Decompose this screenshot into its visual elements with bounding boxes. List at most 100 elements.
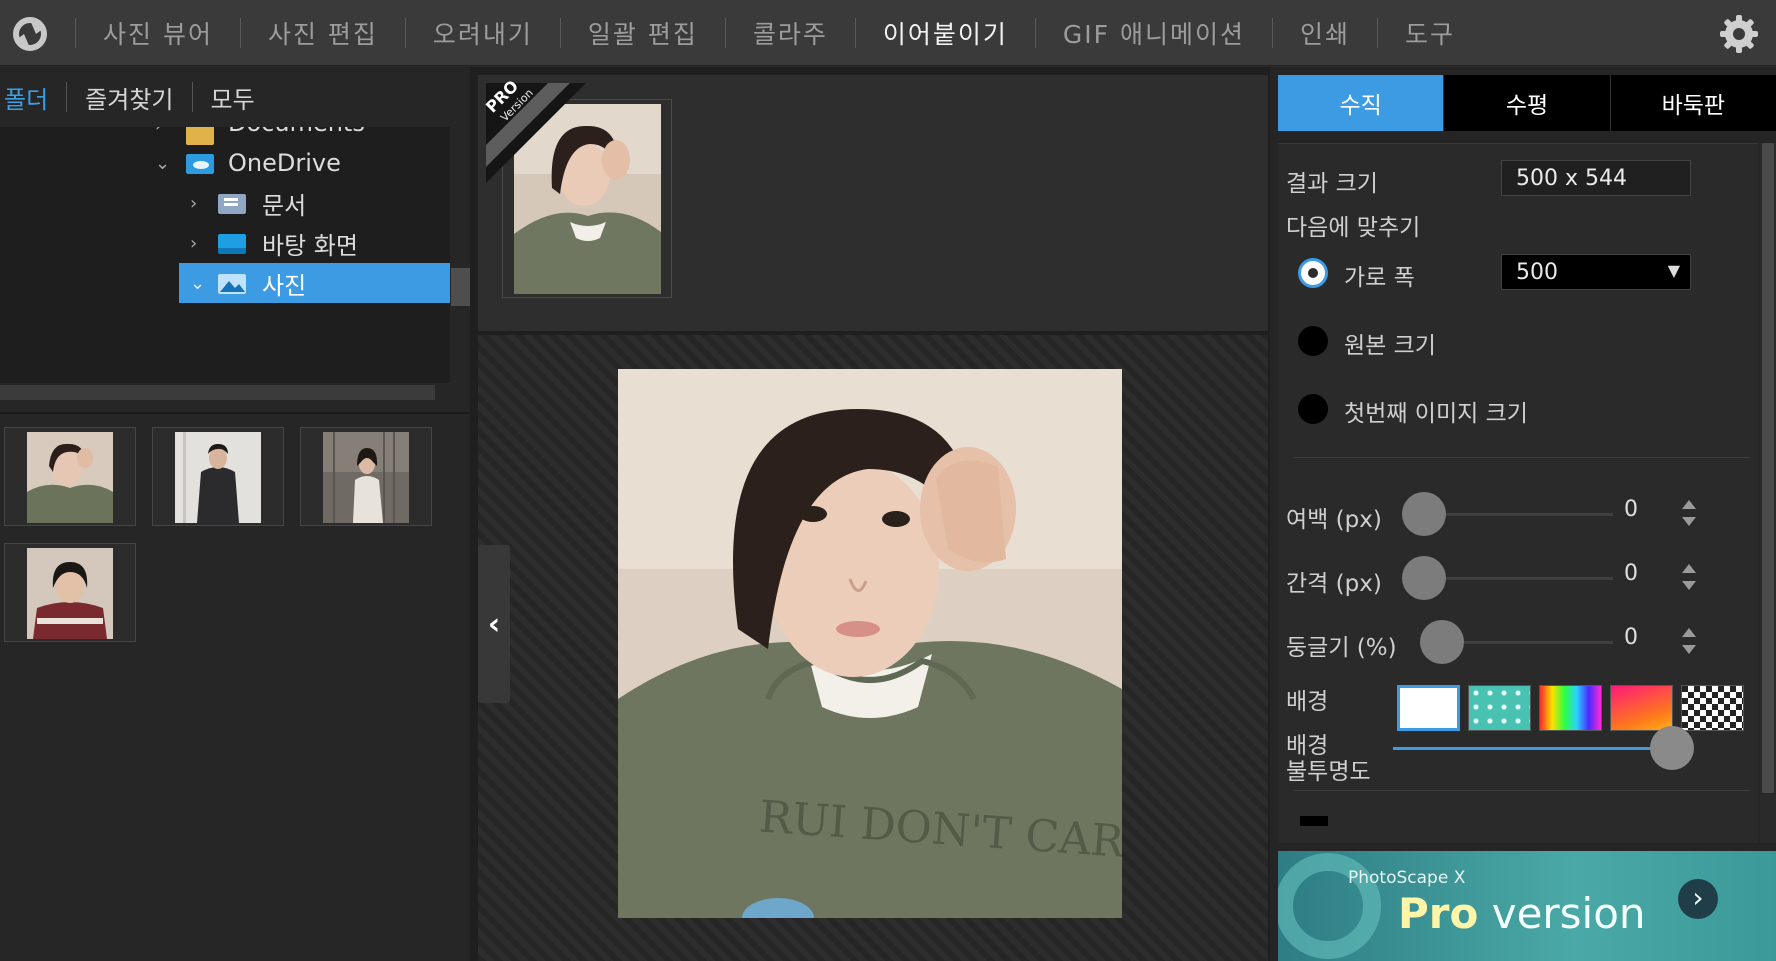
opacity-label-line2: 불투명도 <box>1286 759 1371 785</box>
photo-thumbnail <box>27 548 113 639</box>
background-pattern-swatch[interactable] <box>1468 685 1531 731</box>
background-white-swatch[interactable] <box>1397 685 1460 731</box>
tree-item-label: 문서 <box>262 191 307 220</box>
banner-title-pro: Pro <box>1398 889 1479 938</box>
top-menu-bar: 사진 뷰어 사진 편집 오려내기 일괄 편집 콜라주 이어붙이기 GIF 애니메… <box>0 0 1776 66</box>
tab-favorites[interactable]: 즐겨찾기 <box>67 80 191 115</box>
pictures-folder-icon <box>218 274 246 294</box>
spacing-value[interactable]: 0 <box>1624 561 1638 586</box>
opacity-slider-track[interactable] <box>1393 747 1683 750</box>
spacing-slider-knob[interactable] <box>1402 556 1446 600</box>
margin-label: 여백 (px) <box>1286 507 1382 533</box>
section-divider <box>1294 790 1750 791</box>
result-size-value: 500 x 544 <box>1501 160 1691 196</box>
chevron-right-icon[interactable]: › <box>155 127 162 136</box>
tree-item-label: OneDrive <box>228 149 341 177</box>
tab-vertical[interactable]: 수직 <box>1278 75 1444 131</box>
tree-hscroll-thumb[interactable] <box>0 385 435 400</box>
collapse-panel-button[interactable]: ‹ <box>478 545 510 703</box>
combined-preview-image: RUI DON'T CARLIE <box>618 369 1122 918</box>
background-label: 배경 <box>1286 689 1329 715</box>
margin-spinner-icon[interactable] <box>1680 499 1698 527</box>
image-strip: PRO Version <box>478 75 1268 331</box>
fit-first-image-label[interactable]: 첫번째 이미지 크기 <box>1344 394 1528 428</box>
chevron-down-icon[interactable]: ⌄ <box>190 273 205 294</box>
roundness-value[interactable]: 0 <box>1624 625 1638 650</box>
result-size-label: 결과 크기 <box>1286 171 1378 197</box>
app-logo-icon[interactable] <box>10 14 50 54</box>
settings-panel: 수직 수평 바둑판 결과 크기 500 x 544 다음에 맞추기 가로 폭 5… <box>1270 67 1776 961</box>
tab-horizontal[interactable]: 수평 <box>1443 75 1610 131</box>
browser-tabs: 폴더 즐겨찾기 모두 <box>0 67 470 127</box>
menu-combine[interactable]: 이어붙이기 <box>856 15 1035 51</box>
tree-item-docs[interactable]: › 문서 <box>0 183 450 223</box>
tab-tile[interactable]: 바둑판 <box>1609 75 1776 131</box>
menu-tools[interactable]: 도구 <box>1378 15 1482 51</box>
tree-item-label: 사진 <box>262 271 307 300</box>
photo-thumbnail <box>323 432 409 523</box>
chevron-right-icon[interactable]: › <box>190 233 197 254</box>
settings-scroll-thumb[interactable] <box>1762 143 1774 793</box>
menu-batch[interactable]: 일괄 편집 <box>561 15 725 51</box>
section-divider <box>1294 457 1750 458</box>
tab-all[interactable]: 모두 <box>193 80 273 115</box>
menu-cut-out[interactable]: 오려내기 <box>406 15 560 51</box>
background-transparent-swatch[interactable] <box>1681 685 1744 731</box>
chevron-down-icon[interactable]: ⌄ <box>155 153 170 174</box>
tree-item-onedrive[interactable]: ⌄ OneDrive <box>0 143 450 183</box>
chevron-right-icon[interactable]: › <box>190 193 197 214</box>
menu-gif[interactable]: GIF 애니메이션 <box>1036 15 1272 51</box>
tree-item-desktop[interactable]: › 바탕 화면 <box>0 223 450 263</box>
fit-first-image-radio[interactable] <box>1298 394 1328 424</box>
workspace: PRO Version ‹ RUI DON'T CARLIE <box>470 67 1270 961</box>
chevron-right-icon[interactable]: › <box>1678 879 1718 919</box>
tree-scroll-thumb[interactable] <box>451 268 470 306</box>
layout-tabs: 수직 수평 바둑판 <box>1278 75 1776 131</box>
width-select[interactable]: 500 ▼ <box>1501 254 1691 290</box>
banner-subtitle: PhotoScape X <box>1348 868 1466 888</box>
chevron-left-icon: ‹ <box>487 606 501 642</box>
tree-item-label: 바탕 화면 <box>262 231 358 260</box>
banner-title: Pro version <box>1398 889 1646 938</box>
menu-print[interactable]: 인쇄 <box>1273 15 1377 51</box>
margin-value[interactable]: 0 <box>1624 497 1638 522</box>
spacing-label: 간격 (px) <box>1286 571 1382 597</box>
browser-panel: 폴더 즐겨찾기 모두 › Documents ⌄ OneDrive › <box>0 67 470 961</box>
menu-editor[interactable]: 사진 편집 <box>241 15 405 51</box>
fit-original-radio[interactable] <box>1298 326 1328 356</box>
pro-version-banner[interactable]: PhotoScape X Pro version › <box>1278 851 1776 961</box>
roundness-label: 둥글기 (%) <box>1286 635 1397 661</box>
tree-item-label: Documents <box>228 127 365 137</box>
fit-original-label[interactable]: 원본 크기 <box>1344 326 1436 360</box>
fit-width-radio[interactable] <box>1298 258 1328 288</box>
thumbnail-grid <box>0 412 470 961</box>
menu-collage[interactable]: 콜라주 <box>726 15 855 51</box>
documents-folder-icon <box>218 194 246 214</box>
photo-thumbnail <box>27 432 113 523</box>
thumbnail-item[interactable] <box>152 427 284 526</box>
partial-checkbox[interactable] <box>1300 816 1328 826</box>
roundness-slider-knob[interactable] <box>1420 620 1464 664</box>
menu-viewer[interactable]: 사진 뷰어 <box>76 15 240 51</box>
spacing-slider-track[interactable] <box>1418 577 1613 580</box>
thumbnail-item[interactable] <box>4 543 136 642</box>
roundness-spinner-icon[interactable] <box>1680 627 1698 655</box>
main-menu: 사진 뷰어 사진 편집 오려내기 일괄 편집 콜라주 이어붙이기 GIF 애니메… <box>75 0 1482 66</box>
desktop-folder-icon <box>218 234 246 254</box>
spacing-spinner-icon[interactable] <box>1680 563 1698 591</box>
thumbnail-item[interactable] <box>300 427 432 526</box>
banner-title-version: version <box>1478 889 1646 938</box>
margin-slider-track[interactable] <box>1418 513 1613 516</box>
folder-tree: › Documents ⌄ OneDrive › 문서 › <box>0 127 450 383</box>
tree-item-photos[interactable]: ⌄ 사진 <box>0 263 450 303</box>
gear-icon[interactable] <box>1718 13 1760 55</box>
background-rainbow-swatch[interactable] <box>1539 685 1602 731</box>
fit-width-label[interactable]: 가로 폭 <box>1344 258 1415 292</box>
opacity-slider-knob[interactable] <box>1650 726 1694 770</box>
background-gradient-swatch[interactable] <box>1610 685 1673 731</box>
width-select-value: 500 <box>1516 259 1558 285</box>
settings-body: 결과 크기 500 x 544 다음에 맞추기 가로 폭 500 ▼ 원본 크기… <box>1278 143 1758 843</box>
tab-folders[interactable]: 폴더 <box>0 80 66 115</box>
thumbnail-item[interactable] <box>4 427 136 526</box>
margin-slider-knob[interactable] <box>1402 492 1446 536</box>
